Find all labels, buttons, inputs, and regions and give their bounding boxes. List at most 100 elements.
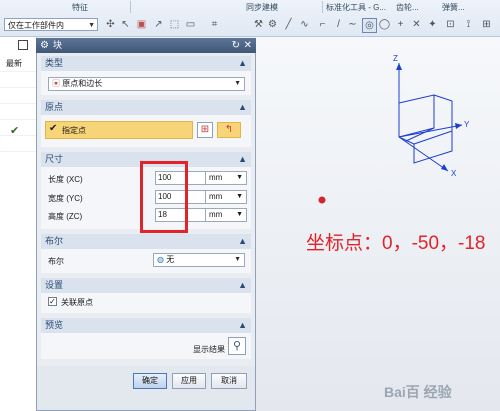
snap-grid-icon[interactable]: ⌗ xyxy=(208,18,221,31)
chevron-down-icon: ▼ xyxy=(234,80,241,87)
boolean-label: 布尔 xyxy=(48,257,64,266)
apply-button[interactable]: 应用 xyxy=(172,373,206,389)
group-separator xyxy=(322,1,323,13)
maximize-icon[interactable] xyxy=(18,40,28,50)
column-header-newest[interactable]: 最新 xyxy=(6,58,22,69)
height-unit-dropdown[interactable]: mm ▼ xyxy=(205,208,247,222)
width-unit-dropdown[interactable]: mm ▼ xyxy=(205,190,247,204)
select-icon[interactable]: ↖ xyxy=(119,18,132,31)
associative-origin-checkbox[interactable]: ✓ xyxy=(48,297,57,306)
section-header-origin[interactable]: 原点 ▲ xyxy=(41,100,251,115)
section-header-type[interactable]: 类型 ▲ xyxy=(41,56,251,71)
z-arrow-icon xyxy=(396,63,402,70)
chevron-up-icon[interactable]: ▲ xyxy=(238,56,247,71)
chevron-down-icon: ▼ xyxy=(236,211,243,218)
csys-block-lines xyxy=(398,63,463,172)
snap-arc-icon[interactable]: ⟟ xyxy=(462,18,475,31)
chevron-up-icon[interactable]: ▲ xyxy=(238,278,247,293)
group-label-standard-tools: 标准化工具 - G... xyxy=(326,3,386,12)
inferred-point-icon[interactable]: ↰ xyxy=(217,122,241,138)
y-arrow-icon xyxy=(455,123,462,129)
dialog-title-bar[interactable]: ⚙ 块 ↻ ✕ xyxy=(36,38,256,53)
rect-select-icon[interactable]: ▭ xyxy=(184,18,197,31)
block-type-icon: ▣ xyxy=(52,79,60,88)
block-preview-svg xyxy=(318,63,463,204)
specify-point-row[interactable]: ✔ 指定点 xyxy=(45,121,193,139)
section-title: 设置 xyxy=(45,280,64,290)
reset-icon[interactable]: ↻ xyxy=(232,38,240,53)
graphics-window[interactable]: Z Y X xyxy=(256,37,500,411)
checkmark-icon: ✔ xyxy=(49,123,58,134)
boolean-dropdown[interactable]: ◍ 无 ▼ xyxy=(153,253,245,267)
section-title: 类型 xyxy=(45,58,64,68)
snap-face-icon[interactable]: ⊡ xyxy=(444,18,457,31)
x-axis-line xyxy=(398,136,449,172)
snap-quadrant-icon[interactable]: ◯ xyxy=(378,18,391,31)
chevron-down-icon: ▼ xyxy=(236,174,243,181)
close-icon[interactable]: ✕ xyxy=(244,38,252,53)
section-title: 布尔 xyxy=(45,236,64,246)
vector-icon[interactable]: ↗ xyxy=(152,18,165,31)
point-dialog-icon[interactable]: ⊞ xyxy=(197,122,213,138)
associative-origin-label: 关联原点 xyxy=(61,298,93,307)
line-icon[interactable]: ╱ xyxy=(282,18,295,31)
type-dropdown[interactable]: ▣ 原点和边长 ▼ xyxy=(48,77,245,91)
curve-icon[interactable]: ∿ xyxy=(298,18,311,31)
snap-mid-icon[interactable]: / xyxy=(332,18,345,31)
checkmark-icon: ✔ xyxy=(10,125,20,137)
group-separator xyxy=(130,1,131,13)
tool-icon[interactable]: ⚒ xyxy=(252,18,265,31)
dialog-title: 块 xyxy=(53,40,63,50)
ribbon-toolbar: 特征 同步建模 标准化工具 - G... 齿轮... 弹簧... 仅在工作部件内… xyxy=(0,0,500,37)
snap-intersection-icon[interactable]: ✕ xyxy=(410,18,423,31)
boolean-none-icon: ◍ xyxy=(157,255,164,264)
chevron-down-icon: ▼ xyxy=(236,193,243,200)
group-label-spring: 弹簧... xyxy=(442,3,465,12)
height-label: 高度 (ZC) xyxy=(48,212,83,221)
snap-more-icon[interactable]: ⊞ xyxy=(480,18,493,31)
y-axis-label: Y xyxy=(464,120,470,129)
section-title: 尺寸 xyxy=(45,154,64,164)
z-axis-label: Z xyxy=(393,54,398,63)
divider xyxy=(0,119,36,120)
section-title: 原点 xyxy=(45,102,64,112)
snap-point-icon[interactable]: ✦ xyxy=(426,18,439,31)
part-navigator-panel xyxy=(0,37,37,411)
snap-control-icon[interactable]: ∼ xyxy=(346,18,359,31)
length-label: 长度 (XC) xyxy=(48,175,83,184)
divider xyxy=(0,151,36,152)
type-dropdown-value: 原点和边长 xyxy=(62,79,103,88)
tool-icon[interactable]: ⚙ xyxy=(266,18,279,31)
chevron-up-icon[interactable]: ▲ xyxy=(238,152,247,167)
point-dialog-icon[interactable]: ▣ xyxy=(135,18,148,31)
chevron-up-icon[interactable]: ▲ xyxy=(238,318,247,333)
x-axis-label: X xyxy=(451,169,457,178)
snap-existing-icon[interactable]: + xyxy=(394,18,407,31)
snap-end-icon[interactable]: ⌐ xyxy=(316,18,329,31)
gear-icon[interactable]: ⚙ xyxy=(40,38,49,53)
chevron-up-icon[interactable]: ▲ xyxy=(238,234,247,249)
ok-button[interactable]: 确定 xyxy=(133,373,167,389)
snap-icon[interactable]: ✣ xyxy=(104,18,117,31)
length-unit-dropdown[interactable]: mm ▼ xyxy=(205,171,247,185)
baidu-watermark: Bai百 经验 xyxy=(384,384,452,400)
show-result-label: 显示结果 xyxy=(193,345,225,354)
cancel-button[interactable]: 取消 xyxy=(211,373,247,389)
plane-icon[interactable]: ⬚ xyxy=(168,18,181,31)
unit-value: mm xyxy=(209,173,223,182)
unit-value: mm xyxy=(209,192,223,201)
divider xyxy=(0,87,36,88)
section-header-settings[interactable]: 设置 ▲ xyxy=(41,278,251,293)
divider xyxy=(0,103,36,104)
block-edge xyxy=(413,131,453,164)
chevron-up-icon[interactable]: ▲ xyxy=(238,100,247,115)
section-header-boolean[interactable]: 布尔 ▲ xyxy=(41,234,251,249)
section-header-preview[interactable]: 预览 ▲ xyxy=(41,318,251,333)
magnifier-icon[interactable]: ⚲ xyxy=(228,337,246,355)
selection-filter-dropdown[interactable]: 仅在工作部件内 ▼ xyxy=(4,18,98,31)
snap-center-icon[interactable]: ◎ xyxy=(362,18,377,33)
coordinate-annotation: 坐标点：0，-50，-18 xyxy=(306,233,486,254)
divider xyxy=(0,71,36,72)
section-title: 预览 xyxy=(45,320,64,330)
group-label-features: 特征 xyxy=(72,3,88,12)
